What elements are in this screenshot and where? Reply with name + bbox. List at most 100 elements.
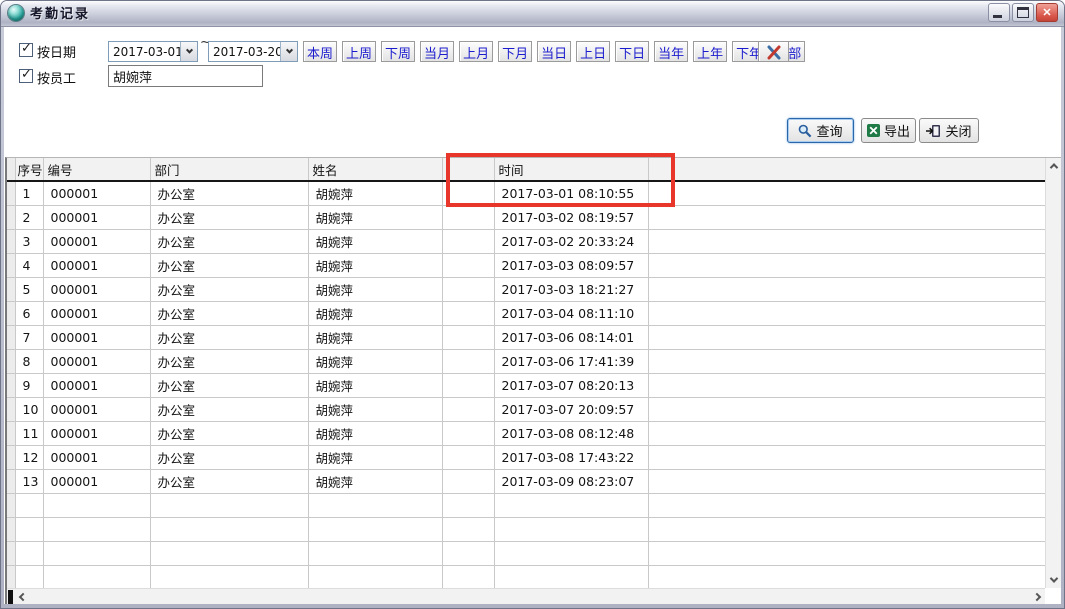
- cell-name: 胡婉萍: [308, 229, 442, 253]
- horizontal-scrollbar[interactable]: [7, 588, 1045, 604]
- quick-filter-button-11[interactable]: 上年: [693, 41, 727, 62]
- column-header-dept[interactable]: 部门: [150, 158, 308, 181]
- cell-dept: 办公室: [150, 373, 308, 397]
- quick-filter-button-7[interactable]: 当日: [537, 41, 571, 62]
- crossed-tools-icon: [766, 45, 782, 60]
- query-button[interactable]: 查询: [787, 118, 854, 143]
- chevron-right-icon: [1033, 593, 1041, 601]
- cell-id: 000001: [43, 253, 150, 277]
- scroll-right-button[interactable]: [1029, 589, 1045, 604]
- quick-filter-button-9[interactable]: 下日: [615, 41, 649, 62]
- table-row[interactable]: 12000001办公室胡婉萍2017-03-08 17:43:22: [7, 445, 1045, 469]
- quick-filter-button-5[interactable]: 上月: [459, 41, 493, 62]
- column-header-id[interactable]: 编号: [43, 158, 150, 181]
- quick-filter-button-8[interactable]: 上日: [576, 41, 610, 62]
- close-window-button[interactable]: ✕: [1036, 3, 1058, 22]
- vertical-scrollbar[interactable]: [1045, 158, 1061, 588]
- cell-dept: 办公室: [150, 301, 308, 325]
- close-button[interactable]: 关闭: [919, 118, 979, 143]
- table-row[interactable]: 5000001办公室胡婉萍2017-03-03 18:21:27: [7, 277, 1045, 301]
- tools-button[interactable]: [758, 41, 789, 62]
- cell-seq: 9: [15, 373, 43, 397]
- cell-seq: 11: [15, 421, 43, 445]
- scroll-down-button[interactable]: [1046, 572, 1061, 588]
- table-row[interactable]: 8000001办公室胡婉萍2017-03-06 17:41:39: [7, 349, 1045, 373]
- quick-filter-button-1[interactable]: 本周: [303, 41, 337, 62]
- cell-time: 2017-03-07 08:20:13: [494, 373, 648, 397]
- chevron-down-icon: [1050, 574, 1058, 582]
- scroll-left-button[interactable]: [15, 589, 31, 604]
- cell-time: 2017-03-08 08:12:48: [494, 421, 648, 445]
- table-row[interactable]: 3000001办公室胡婉萍2017-03-02 20:33:24: [7, 229, 1045, 253]
- quick-filter-buttons: 本周上周下周当月上月下月当日上日下日当年上年下年全部: [303, 41, 805, 62]
- date-from-dropdown-button[interactable]: [180, 42, 197, 61]
- quick-filter-button-2[interactable]: 上周: [342, 41, 376, 62]
- employee-input[interactable]: [108, 65, 263, 87]
- table-row[interactable]: 9000001办公室胡婉萍2017-03-07 08:20:13: [7, 373, 1045, 397]
- cell-time: 2017-03-03 18:21:27: [494, 277, 648, 301]
- minimize-icon: [993, 15, 1002, 18]
- cell-seq: 1: [15, 181, 43, 205]
- export-button-label: 导出: [884, 121, 910, 140]
- cell-dept: 办公室: [150, 421, 308, 445]
- cell-dept: 办公室: [150, 397, 308, 421]
- cell-time: 2017-03-02 08:19:57: [494, 205, 648, 229]
- cell-name: 胡婉萍: [308, 325, 442, 349]
- column-header-name[interactable]: 姓名: [308, 158, 442, 181]
- cell-dept: 办公室: [150, 349, 308, 373]
- export-button[interactable]: 导出: [861, 118, 916, 143]
- cell-time: 2017-03-01 08:10:55: [494, 181, 648, 205]
- excel-export-icon: [867, 124, 880, 137]
- quick-filter-button-4[interactable]: 当月: [420, 41, 454, 62]
- table-row[interactable]: 4000001办公室胡婉萍2017-03-03 08:09:57: [7, 253, 1045, 277]
- table-row[interactable]: 13000001办公室胡婉萍2017-03-09 08:23:07: [7, 469, 1045, 493]
- query-button-label: 查询: [816, 121, 842, 140]
- cell-dept: 办公室: [150, 469, 308, 493]
- cell-dept: 办公室: [150, 181, 308, 205]
- column-header-seq[interactable]: 序号: [15, 158, 43, 181]
- cell-dept: 办公室: [150, 325, 308, 349]
- quick-filter-button-3[interactable]: 下周: [381, 41, 415, 62]
- chevron-up-icon: [1050, 163, 1058, 171]
- table-row[interactable]: 11000001办公室胡婉萍2017-03-08 08:12:48: [7, 421, 1045, 445]
- cell-time: 2017-03-03 08:09:57: [494, 253, 648, 277]
- titlebar: 考勤记录 ✕: [1, 1, 1064, 27]
- close-icon: ✕: [1042, 7, 1051, 19]
- quick-filter-button-10[interactable]: 当年: [654, 41, 688, 62]
- table-row[interactable]: 1000001办公室胡婉萍2017-03-01 08:10:55: [7, 181, 1045, 205]
- cell-name: 胡婉萍: [308, 469, 442, 493]
- date-from-combo[interactable]: 2017-03-01: [108, 41, 198, 62]
- cell-dept: 办公室: [150, 229, 308, 253]
- horizontal-scroll-thumb[interactable]: [8, 590, 13, 604]
- cell-id: 000001: [43, 325, 150, 349]
- by-date-checkbox[interactable]: [19, 43, 33, 57]
- cell-seq: 10: [15, 397, 43, 421]
- table-row[interactable]: 2000001办公室胡婉萍2017-03-02 08:19:57: [7, 205, 1045, 229]
- column-header-time[interactable]: 时间: [494, 158, 648, 181]
- date-to-dropdown-button[interactable]: [280, 42, 297, 61]
- table-row[interactable]: 10000001办公室胡婉萍2017-03-07 20:09:57: [7, 397, 1045, 421]
- close-button-label: 关闭: [945, 121, 971, 140]
- by-employee-checkbox[interactable]: [19, 69, 33, 83]
- table-row[interactable]: 6000001办公室胡婉萍2017-03-04 08:11:10: [7, 301, 1045, 325]
- cell-dept: 办公室: [150, 277, 308, 301]
- cell-time: 2017-03-09 08:23:07: [494, 469, 648, 493]
- minimize-button[interactable]: [988, 3, 1010, 22]
- cell-id: 000001: [43, 277, 150, 301]
- date-to-combo[interactable]: 2017-03-20: [208, 41, 298, 62]
- maximize-button[interactable]: [1012, 3, 1034, 22]
- search-icon: [798, 124, 812, 138]
- quick-filter-button-6[interactable]: 下月: [498, 41, 532, 62]
- cell-time: 2017-03-06 08:14:01: [494, 325, 648, 349]
- table-row[interactable]: 7000001办公室胡婉萍2017-03-06 08:14:01: [7, 325, 1045, 349]
- cell-id: 000001: [43, 397, 150, 421]
- cell-name: 胡婉萍: [308, 397, 442, 421]
- attendance-table: 序号 编号 部门 姓名 时间 1000001办公室胡婉萍2017-03-01 0…: [7, 158, 1045, 588]
- scroll-up-button[interactable]: [1046, 158, 1061, 174]
- cell-name: 胡婉萍: [308, 421, 442, 445]
- cell-name: 胡婉萍: [308, 181, 442, 205]
- cell-seq: 2: [15, 205, 43, 229]
- empty-row: [7, 565, 1045, 588]
- empty-row: [7, 493, 1045, 517]
- cell-name: 胡婉萍: [308, 349, 442, 373]
